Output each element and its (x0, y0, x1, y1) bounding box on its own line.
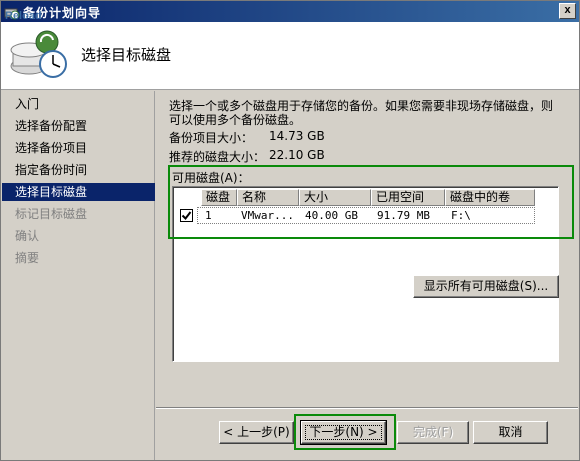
cell-used-space: 91.79 MB (377, 209, 430, 222)
checkmark-icon (181, 211, 192, 221)
column-header-size[interactable]: 大小 (299, 189, 371, 206)
cell-volumes: F:\ (451, 209, 471, 222)
close-icon: x (564, 4, 571, 16)
wizard-window: 备份计划向导 Reload x 选择目标磁盘 入门 选择备份配置 选择备份项目 … (0, 0, 580, 461)
available-disks-label: 可用磁盘(A)： (172, 171, 250, 185)
step-backup-items[interactable]: 选择备份项目 (2, 139, 155, 157)
cell-disk: 1 (205, 209, 212, 222)
footer-separator (156, 407, 578, 409)
watermark-text: Reload (5, 10, 42, 22)
disk-select-checkbox[interactable] (180, 209, 193, 222)
backup-size-label: 备份项目大小： (169, 131, 254, 145)
column-header-used-space[interactable]: 已用空间 (371, 189, 445, 206)
step-backup-time[interactable]: 指定备份时间 (2, 161, 155, 179)
column-header-volumes[interactable]: 磁盘中的卷 (445, 189, 535, 206)
step-select-destination-disk[interactable]: 选择目标磁盘 (2, 183, 155, 201)
wizard-header: 选择目标磁盘 (1, 22, 579, 90)
wizard-steps-sidebar: 入门 选择备份配置 选择备份项目 指定备份时间 选择目标磁盘 标记目标磁盘 确认… (2, 91, 155, 460)
title-bar[interactable]: 备份计划向导 Reload x (1, 1, 579, 22)
backup-disk-icon (9, 26, 71, 87)
recommended-size-row: 推荐的磁盘大小： 22.10 GB (169, 148, 325, 165)
available-disks-list[interactable]: 磁盘 名称 大小 已用空间 磁盘中的卷 1 VMwar... 40.00 GB … (172, 186, 559, 362)
description: 选择一个或多个磁盘用于存储您的备份。如果您需要非现场存储磁盘，则 可以使用多个备… (169, 99, 569, 127)
cell-name: VMwar... (241, 209, 294, 222)
cancel-button[interactable]: 取消 (473, 421, 548, 444)
recommended-size-value: 22.10 GB (269, 148, 325, 162)
step-confirmation: 确认 (15, 229, 40, 243)
focus-rect (305, 425, 382, 440)
step-getting-started[interactable]: 入门 (2, 95, 155, 113)
recommended-size-label: 推荐的磁盘大小： (169, 150, 266, 164)
wizard-content: 选择一个或多个磁盘用于存储您的备份。如果您需要非现场存储磁盘，则 可以使用多个备… (156, 91, 578, 407)
description-line-2: 可以使用多个备份磁盘。 (169, 113, 302, 127)
next-button[interactable]: 下一步(N) > (300, 420, 387, 445)
backup-size-row: 备份项目大小： 14.73 GB (169, 129, 325, 146)
show-all-disks-button[interactable]: 显示所有可用磁盘(S)... (413, 275, 559, 298)
table-row[interactable]: 1 VMwar... 40.00 GB 91.79 MB F:\ (175, 207, 535, 224)
previous-button[interactable]: < 上一步(P) (219, 421, 294, 444)
column-header-name[interactable]: 名称 (237, 189, 299, 206)
page-title: 选择目标磁盘 (81, 46, 172, 64)
step-label-destination-disk: 标记目标磁盘 (15, 207, 88, 221)
description-line-1: 选择一个或多个磁盘用于存储您的备份。如果您需要非现场存储磁盘，则 (169, 99, 554, 113)
close-button[interactable]: x (559, 3, 576, 19)
column-header-disk[interactable]: 磁盘 (201, 189, 237, 206)
step-summary: 摘要 (15, 251, 40, 265)
finish-button: 完成(F) (397, 421, 469, 444)
cell-size: 40.00 GB (305, 209, 358, 222)
step-backup-configuration[interactable]: 选择备份配置 (2, 117, 155, 135)
backup-size-value: 14.73 GB (269, 129, 325, 143)
